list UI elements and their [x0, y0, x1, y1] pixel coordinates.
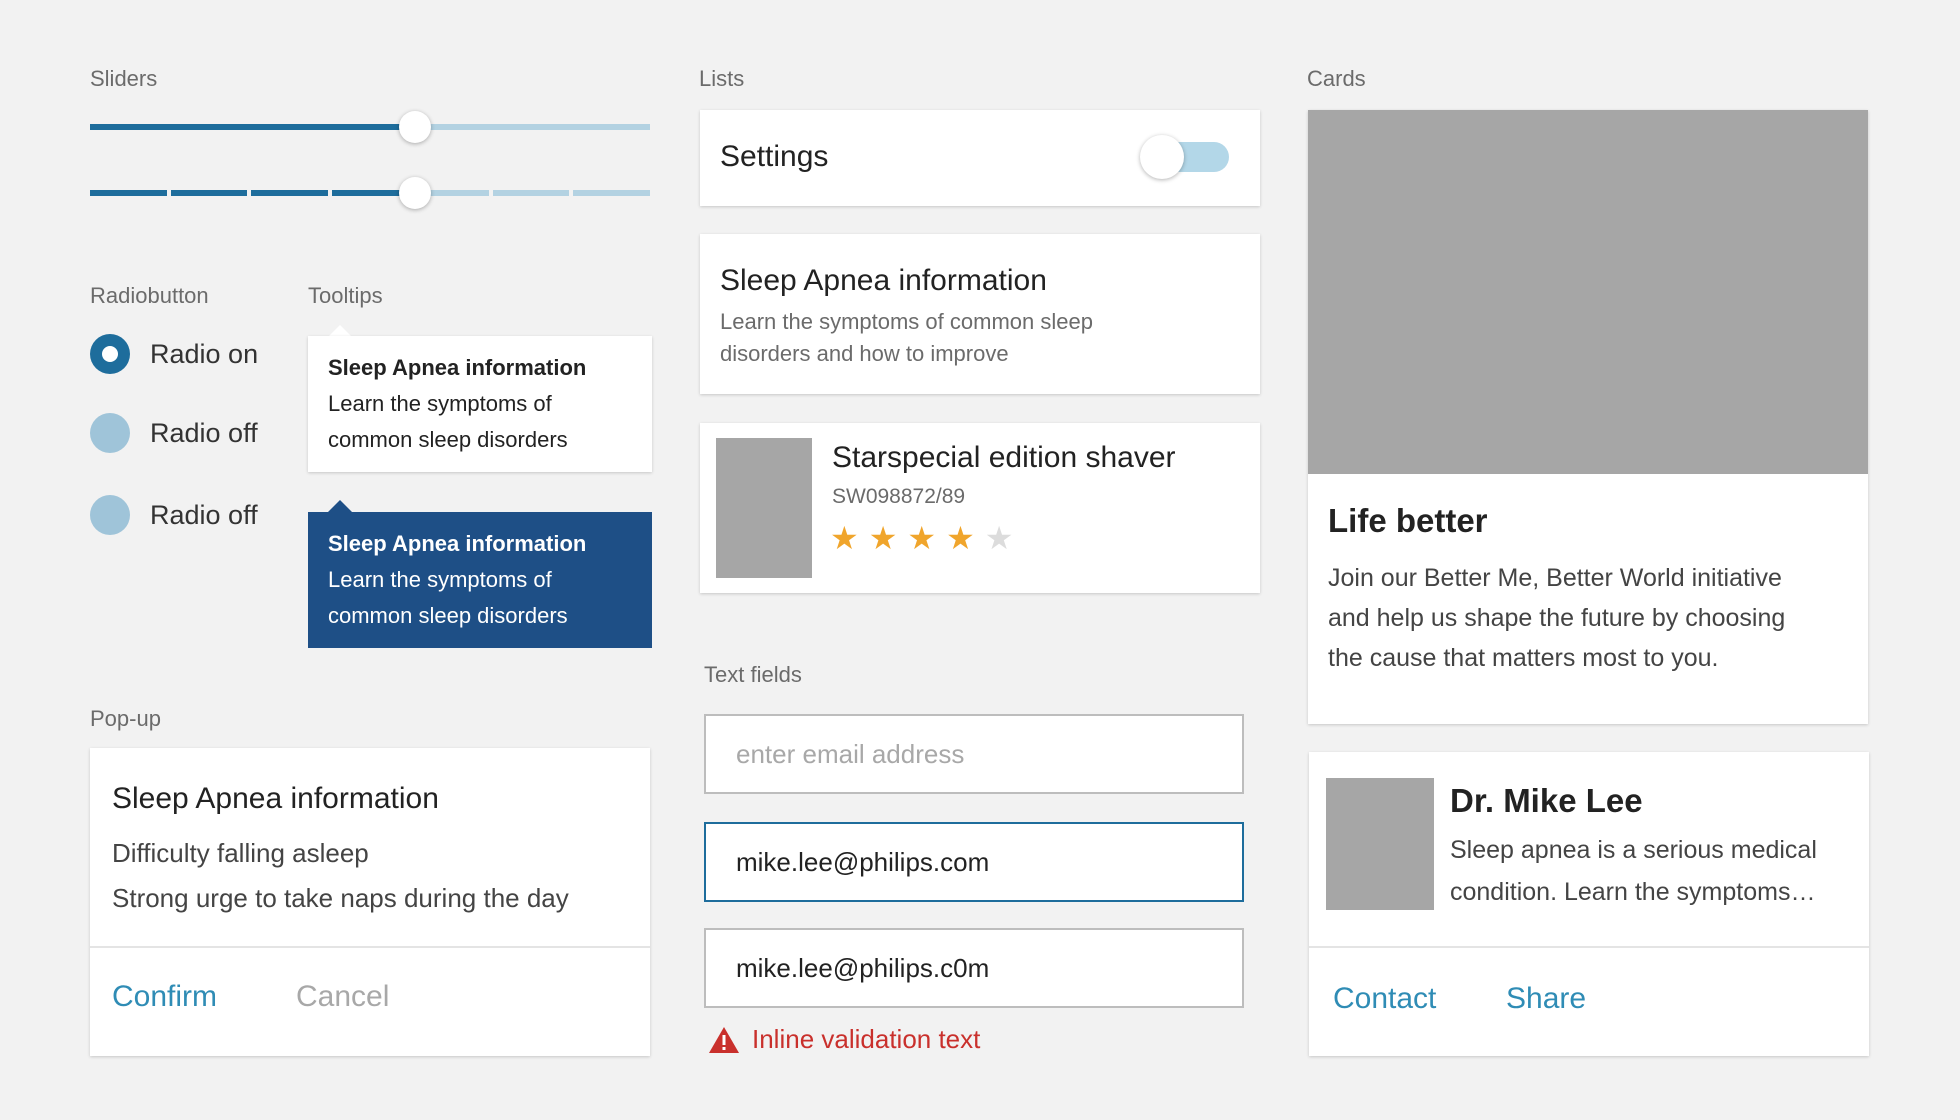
- toggle-knob[interactable]: [1140, 135, 1184, 179]
- popup-section-label: Pop-up: [90, 706, 161, 731]
- star-filled-icon: ★: [868, 520, 898, 556]
- slider-step: [573, 190, 650, 196]
- list-item-settings[interactable]: Settings: [700, 110, 1260, 206]
- tooltips-section-label: Tooltips: [308, 283, 383, 308]
- email-field-error[interactable]: mike.lee@philips.c0m: [704, 928, 1244, 1008]
- card-text: and help us shape the future by choosing: [1328, 604, 1786, 632]
- tooltip-text: Learn the symptoms of: [328, 391, 552, 416]
- stepped-slider[interactable]: [90, 177, 650, 210]
- sliders-section-label: Sliders: [90, 66, 158, 91]
- product-title: Starspecial edition shaver: [832, 441, 1176, 474]
- tooltip-arrow: [328, 500, 352, 512]
- card-text: Join our Better Me, Better World initiat…: [1328, 564, 1782, 592]
- validation-message: Inline validation text: [708, 1024, 980, 1055]
- email-field-empty[interactable]: enter email address: [704, 714, 1244, 794]
- radio-option-on[interactable]: Radio on: [90, 334, 258, 374]
- radio-option-off[interactable]: Radio off: [90, 495, 258, 535]
- avatar: [1326, 778, 1434, 910]
- radio-checked-icon[interactable]: [90, 334, 130, 374]
- cards-section-label: Cards: [1307, 66, 1366, 91]
- confirm-button[interactable]: Confirm: [112, 980, 217, 1014]
- cancel-button[interactable]: Cancel: [296, 980, 389, 1014]
- star-rating: ★ ★ ★ ★ ★: [830, 519, 1023, 557]
- radio-label: Radio off: [150, 417, 258, 448]
- list-item-info[interactable]: Sleep Apnea information Learn the sympto…: [700, 234, 1260, 394]
- popup-divider: [90, 946, 650, 948]
- list-item-subtitle: disorders and how to improve: [720, 341, 1009, 366]
- star-filled-icon: ★: [830, 520, 859, 556]
- slider-thumb[interactable]: [399, 177, 431, 209]
- lists-section-label: Lists: [699, 66, 745, 91]
- list-item-product[interactable]: Starspecial edition shaver SW098872/89 ★…: [700, 423, 1260, 593]
- list-item-title: Sleep Apnea information: [720, 264, 1047, 297]
- product-image: [716, 438, 812, 578]
- profile-text: Sleep apnea is a serious medical: [1450, 836, 1817, 864]
- tooltip-dark: Sleep Apnea information Learn the sympto…: [308, 512, 652, 648]
- tooltip-text: Learn the symptoms of: [328, 567, 552, 592]
- profile-text: condition. Learn the symptoms…: [1450, 878, 1816, 906]
- card-image: [1308, 110, 1868, 474]
- card-title: Life better: [1328, 502, 1488, 539]
- popup-title: Sleep Apnea information: [112, 782, 439, 815]
- popup-dialog: Sleep Apnea information Difficulty falli…: [90, 748, 650, 1056]
- radio-label: Radio off: [150, 499, 258, 530]
- settings-label: Settings: [720, 140, 829, 173]
- tooltip-text: common sleep disorders: [328, 603, 568, 628]
- card-profile: Dr. Mike Lee Sleep apnea is a serious me…: [1309, 752, 1869, 1056]
- star-filled-icon: ★: [907, 520, 937, 556]
- radio-label: Radio on: [150, 338, 259, 369]
- list-item-subtitle: Learn the symptoms of common sleep: [720, 309, 1093, 334]
- star-empty-icon: ★: [984, 520, 1014, 556]
- product-sku: SW098872/89: [832, 485, 966, 508]
- profile-name: Dr. Mike Lee: [1450, 782, 1643, 819]
- slider-step: [251, 190, 328, 196]
- textfields-section-label: Text fields: [704, 662, 802, 687]
- star-filled-icon: ★: [946, 520, 975, 556]
- share-button[interactable]: Share: [1506, 982, 1586, 1016]
- tooltip-text: common sleep disorders: [328, 427, 568, 452]
- warning-icon: [709, 1026, 739, 1053]
- slider-step: [90, 190, 167, 196]
- slider-step: [170, 190, 248, 196]
- radio-unchecked-icon[interactable]: [90, 495, 130, 535]
- validation-text: Inline validation text: [752, 1024, 981, 1054]
- popup-text: Difficulty falling asleep: [112, 838, 369, 868]
- continuous-slider[interactable]: [90, 111, 650, 144]
- popup-text: Strong urge to take naps during the day: [112, 883, 569, 913]
- slider-thumb[interactable]: [399, 111, 431, 143]
- radio-unchecked-icon[interactable]: [90, 413, 130, 453]
- contact-button[interactable]: Contact: [1333, 982, 1436, 1016]
- tooltip-title: Sleep Apnea information: [328, 355, 587, 380]
- card-text: the cause that matters most to you.: [1328, 644, 1719, 672]
- tooltip-light: Sleep Apnea information Learn the sympto…: [308, 336, 652, 472]
- radiobutton-section-label: Radiobutton: [90, 283, 209, 308]
- card-divider: [1309, 946, 1869, 948]
- tooltip-title: Sleep Apnea information: [328, 531, 587, 556]
- card-hero[interactable]: Life better Join our Better Me, Better W…: [1308, 110, 1868, 724]
- email-field-focused[interactable]: mike.lee@philips.com: [704, 822, 1244, 902]
- slider-fill: [90, 124, 415, 130]
- slider-step: [331, 190, 409, 196]
- slider-step: [492, 190, 570, 196]
- radio-option-off[interactable]: Radio off: [90, 413, 258, 453]
